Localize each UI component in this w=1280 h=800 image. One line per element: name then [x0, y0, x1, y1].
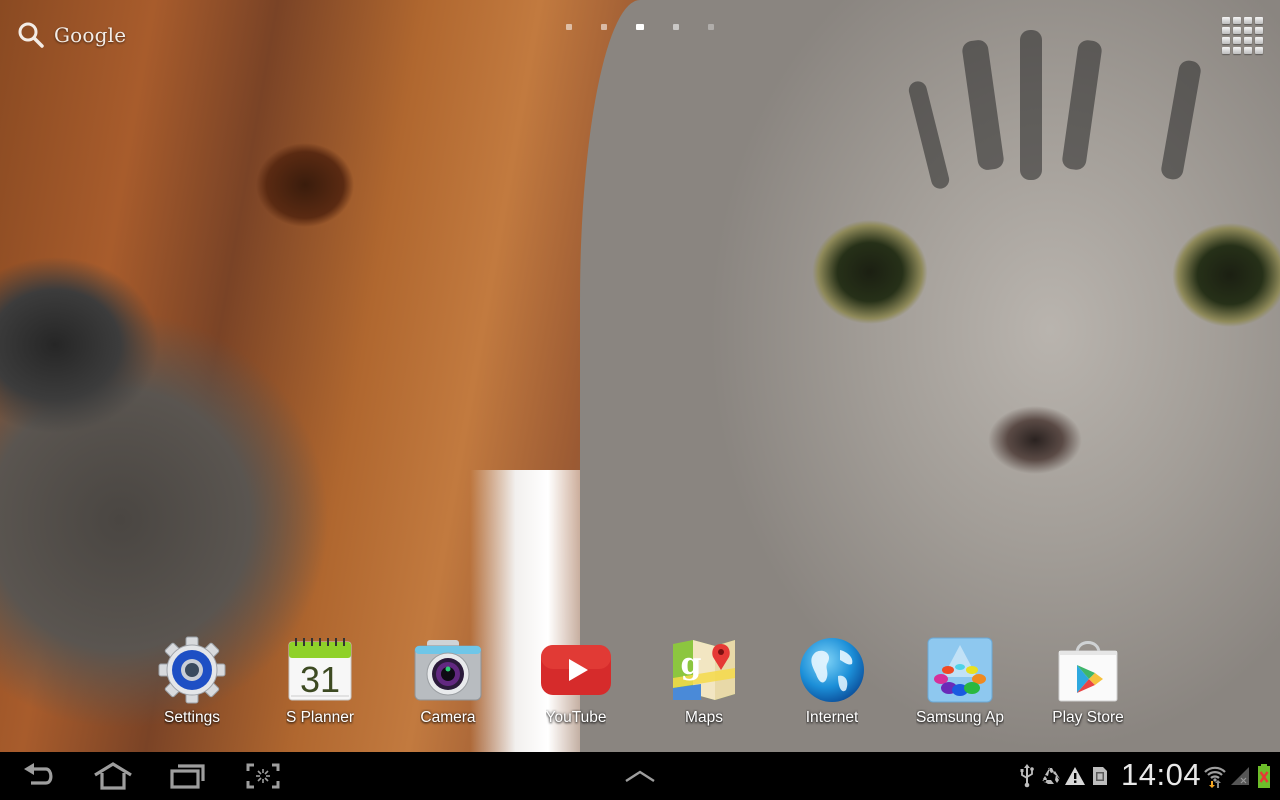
usb-icon[interactable] — [1017, 763, 1037, 789]
recycle-icon[interactable] — [1040, 763, 1062, 789]
play-store-bag-icon — [1052, 634, 1124, 706]
app-youtube[interactable]: YouTube — [512, 634, 640, 727]
app-samsung-apps[interactable]: Samsung Ap — [896, 634, 1024, 727]
app-play-store[interactable]: Play Store — [1024, 634, 1152, 727]
app-label: Play Store — [1052, 709, 1124, 726]
recent-apps-button[interactable] — [165, 752, 211, 800]
no-signal-icon[interactable] — [1229, 763, 1251, 789]
screenshot-button[interactable] — [240, 752, 286, 800]
warning-icon[interactable] — [1064, 763, 1086, 789]
app-label: Internet — [805, 709, 859, 726]
recent-apps-icon — [170, 764, 205, 789]
home-icon — [94, 762, 132, 790]
page-dot — [708, 24, 714, 30]
page-indicator — [566, 24, 714, 30]
screen-capture-icon — [246, 763, 280, 789]
app-label: Samsung Ap — [916, 709, 1004, 726]
settings-gear-icon — [156, 634, 228, 706]
calendar-icon: 31 — [284, 634, 356, 706]
mini-app-tray-button[interactable] — [616, 752, 664, 800]
app-label: YouTube — [545, 709, 607, 726]
page-dot — [673, 24, 679, 30]
page-dot — [601, 24, 607, 30]
page-dot — [566, 24, 572, 30]
status-clock[interactable]: 14:04 — [1121, 757, 1201, 793]
wifi-icon[interactable] — [1203, 763, 1227, 789]
page-dot-active — [636, 24, 644, 30]
calendar-date: 31 — [300, 659, 340, 700]
back-arrow-icon — [24, 763, 53, 785]
youtube-play-icon — [540, 634, 612, 706]
app-internet[interactable]: Internet — [768, 634, 896, 727]
app-maps[interactable]: g Maps — [640, 634, 768, 727]
app-label: Maps — [685, 709, 723, 726]
chevron-up-icon — [625, 770, 655, 783]
sd-card-icon[interactable] — [1090, 763, 1110, 789]
maps-pin-icon: g — [668, 634, 740, 706]
app-label: S Planner — [285, 709, 355, 726]
svg-text:g: g — [681, 647, 702, 682]
back-button[interactable] — [14, 752, 64, 800]
app-label: Settings — [163, 709, 220, 726]
app-camera[interactable]: Camera — [384, 634, 512, 727]
camera-icon — [412, 634, 484, 706]
app-s-planner[interactable]: 31 S Planner — [256, 634, 384, 727]
google-search-widget[interactable]: Google — [16, 20, 126, 50]
apps-grid-button[interactable] — [1220, 15, 1263, 55]
home-button[interactable] — [88, 752, 138, 800]
google-search-label: Google — [54, 23, 127, 47]
search-icon — [16, 20, 46, 50]
app-label: Camera — [420, 709, 476, 726]
app-dock: Settings 31 S Planner Camera YouTube g M… — [128, 634, 1152, 727]
app-settings[interactable]: Settings — [128, 634, 256, 727]
globe-icon — [796, 634, 868, 706]
samsung-apps-icon — [924, 634, 996, 706]
apps-grid-icon — [1222, 17, 1230, 24]
battery-charging-error-icon[interactable] — [1254, 763, 1274, 789]
